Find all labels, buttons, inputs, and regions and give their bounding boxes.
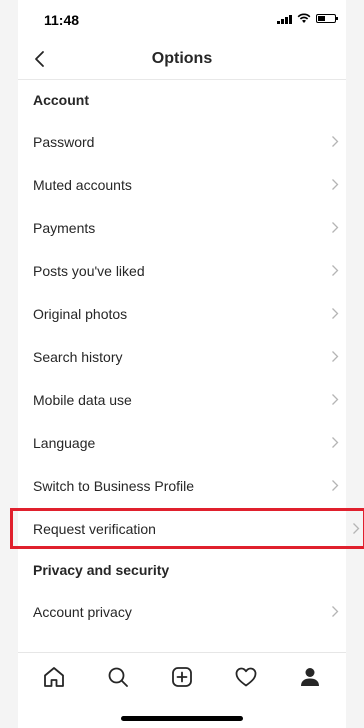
tab-profile[interactable] [296,663,324,691]
list-item-mobile-data-use[interactable]: Mobile data use [18,378,346,421]
chevron-right-icon [332,606,339,617]
chevron-right-icon [332,136,339,147]
list-item-original-photos[interactable]: Original photos [18,292,346,335]
add-post-icon [172,667,192,687]
list-item-label: Payments [33,219,96,236]
list-item-label: Posts you've liked [33,262,145,279]
left-margin [0,0,18,728]
chevron-right-icon [353,523,360,534]
options-list: Account Password Muted accounts Payments… [10,80,364,633]
status-icons [277,13,338,24]
chevron-right-icon [332,222,339,233]
tab-add-post[interactable] [168,663,196,691]
profile-icon [301,668,319,686]
status-bar: 11:48 [18,0,346,40]
section-header-privacy-security: Privacy and security [33,562,170,578]
list-item-label: Request verification [33,520,156,537]
chevron-right-icon [332,351,339,362]
chevron-right-icon [332,437,339,448]
section-header-account: Account [33,92,89,108]
list-item-label: Muted accounts [33,176,132,193]
battery-icon [316,14,338,23]
list-item-account-privacy[interactable]: Account privacy [18,590,346,633]
list-item-language[interactable]: Language [18,421,346,464]
list-item-label: Original photos [33,305,128,322]
list-item-label: Search history [33,348,123,365]
chevron-right-icon [332,480,339,491]
chevron-right-icon [332,179,339,190]
right-margin [346,0,364,728]
home-icon [44,667,64,687]
list-item-payments[interactable]: Payments [18,206,346,249]
chevron-right-icon [332,394,339,405]
list-item-label: Password [33,133,95,150]
list-item-label: Account privacy [33,603,132,620]
heart-icon [235,667,257,687]
list-item-label: Language [33,434,96,451]
home-indicator [121,716,243,721]
list-item-request-verification[interactable]: Request verification [9,507,364,550]
tab-search[interactable] [104,663,132,691]
list-item-muted-accounts[interactable]: Muted accounts [18,163,346,206]
tab-home[interactable] [40,663,68,691]
nav-header: Options [18,40,346,80]
list-item-search-history[interactable]: Search history [18,335,346,378]
wifi-icon [297,13,311,23]
chevron-right-icon [332,308,339,319]
tab-activity[interactable] [232,663,260,691]
list-item-label: Switch to Business Profile [33,477,195,494]
tab-bar [18,652,346,728]
list-item-posts-liked[interactable]: Posts you've liked [18,249,346,292]
page-title: Options [151,50,213,67]
status-time: 11:48 [44,12,80,28]
chevron-right-icon [332,265,339,276]
phone-screen: 11:48 Options Account Password Muted acc… [10,0,364,728]
list-item-switch-business-profile[interactable]: Switch to Business Profile [18,464,346,507]
search-icon [108,667,128,687]
signal-icon [277,14,292,24]
list-item-password[interactable]: Password [18,120,346,163]
list-item-label: Mobile data use [33,391,132,408]
